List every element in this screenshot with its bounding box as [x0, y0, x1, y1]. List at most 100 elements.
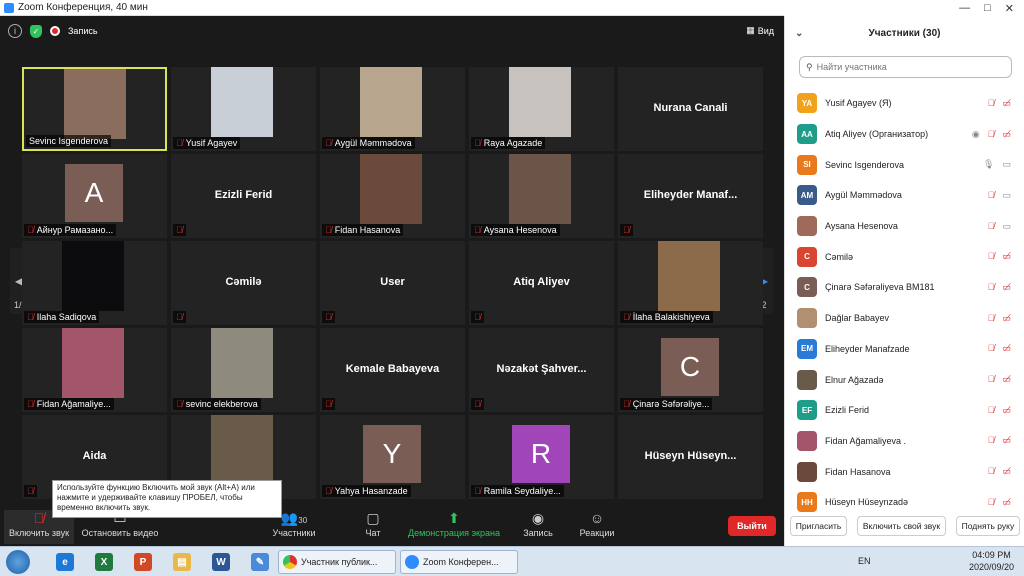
video-tile[interactable]: Hüseyn Hüseyn...: [618, 415, 763, 499]
participant-name: Aysana Hesenova: [483, 225, 557, 235]
participant-name: Yahya Hasanzade: [334, 486, 408, 496]
participant-avatar: SI: [797, 154, 817, 175]
start-button[interactable]: [6, 550, 30, 574]
taskbar-pinned-app[interactable]: X: [85, 550, 123, 574]
participant-name: Aysana Hesenova: [825, 221, 898, 232]
participant-row[interactable]: Fidan Hasanova 🎙̸ ▭̸: [785, 456, 1024, 487]
info-icon[interactable]: i: [8, 24, 22, 38]
participant-name-label: 🎙̸ Fidan Hasanova: [322, 224, 404, 236]
participant-row[interactable]: AA Atiq Aliyev (Организатор) ◉ 🎙̸ ▭̸: [785, 119, 1024, 150]
video-tile[interactable]: 🎙̸ Ilaha Sadiqova: [22, 241, 167, 325]
chrome-icon: [283, 555, 297, 569]
participant-name-center: Hüseyn Hüseyn...: [644, 450, 737, 462]
participant-video: [62, 241, 124, 311]
video-tile[interactable]: Eliheyder Manaf... 🎙̸: [618, 154, 763, 238]
camera-icon: ▭: [1002, 220, 1011, 231]
participant-video: [360, 67, 422, 137]
video-tile[interactable]: Kemale Babayeva 🎙̸: [320, 328, 465, 412]
ie-icon: e: [56, 553, 74, 571]
video-tile[interactable]: 🎙̸ Aygül Məmmədova: [320, 67, 465, 151]
participant-row[interactable]: EM Eliheyder Manafzade 🎙̸ ▭̸: [785, 334, 1024, 365]
chevron-down-icon[interactable]: ⌄: [795, 28, 803, 39]
participant-name: Ezizli Ferid: [825, 405, 870, 416]
participant-name-center: Nurana Canali: [653, 102, 728, 114]
input-language[interactable]: EN: [858, 556, 871, 566]
participant-row[interactable]: Elnur Ağazadə 🎙̸ ▭̸: [785, 364, 1024, 395]
video-tile[interactable]: User 🎙̸: [320, 241, 465, 325]
participant-avatar: A: [65, 164, 123, 222]
minimize-button[interactable]: —: [959, 2, 970, 14]
view-label: Вид: [757, 25, 774, 36]
camera-off-icon: ▭̸: [1002, 97, 1011, 108]
participant-name: Sevinc Isgenderova: [825, 159, 905, 170]
raise-hand-button[interactable]: Поднять руку: [955, 516, 1021, 536]
video-tile[interactable]: C 🎙̸ Çinarə Səfərəliye...: [618, 328, 763, 412]
taskbar-window-browser[interactable]: Участник публик...: [278, 550, 396, 574]
video-tile[interactable]: 🎙̸ Aysana Hesenova: [469, 154, 614, 238]
view-button[interactable]: ▦ Вид: [746, 25, 774, 36]
maximize-button[interactable]: □: [984, 2, 991, 14]
video-tile[interactable]: Ezizli Ferid 🎙̸: [171, 154, 316, 238]
video-tile[interactable]: 🎙̸ Fidan Ağamaliye...: [22, 328, 167, 412]
participant-row[interactable]: C Cəmilə 🎙̸ ▭̸: [785, 241, 1024, 272]
chat-button[interactable]: ▢ Чат: [358, 510, 388, 538]
panel-footer: Пригласить Включить свой звук Поднять ру…: [785, 506, 1024, 546]
mic-off-icon: 🎙̸: [623, 399, 630, 409]
taskbar-pinned-app[interactable]: ▤: [163, 550, 201, 574]
mic-off-icon: 🎙̸: [987, 97, 995, 108]
taskbar-window-label: Участник публик...: [301, 557, 378, 567]
mic-off-icon: 🎙̸: [623, 225, 630, 235]
participant-status-icons: ◉ 🎙̸ ▭̸: [972, 129, 1011, 140]
mic-off-icon: 🎙̸: [176, 399, 183, 409]
taskbar-pinned-app[interactable]: ✎: [241, 550, 279, 574]
participant-name-center: Ezizli Ferid: [214, 189, 273, 201]
participant-search-input[interactable]: [816, 62, 987, 72]
video-tile[interactable]: Cəmilə 🎙̸: [171, 241, 316, 325]
participant-avatar: Y: [363, 425, 421, 483]
participant-row[interactable]: Aysana Hesenova 🎙̸ ▭: [785, 211, 1024, 242]
invite-button[interactable]: Пригласить: [789, 516, 848, 536]
participant-row[interactable]: Fidan Ağamaliyeva . 🎙̸ ▭̸: [785, 426, 1024, 457]
participant-row[interactable]: Dağlar Babayev 🎙̸ ▭̸: [785, 303, 1024, 334]
participant-row[interactable]: YA Yusif Agayev (Я) 🎙̸ ▭̸: [785, 88, 1024, 119]
taskbar-pinned-app[interactable]: e: [46, 550, 84, 574]
taskbar-pinned-app[interactable]: W: [202, 550, 240, 574]
video-tile[interactable]: Y 🎙̸ Yahya Hasanzade: [320, 415, 465, 499]
mic-off-icon: 🎙̸: [474, 399, 481, 409]
participant-row[interactable]: AM Aygül Məmmədova 🎙̸ ▭: [785, 180, 1024, 211]
taskbar-window-zoom[interactable]: Zoom Конферен...: [400, 550, 518, 574]
video-tile[interactable]: 🎙̸ Fidan Hasanova: [320, 154, 465, 238]
participant-status-icons: 🎙̸ ▭̸: [988, 282, 1011, 293]
mic-off-icon: 🎙̸: [987, 220, 995, 231]
video-tile[interactable]: 🎙̸ sevinc elekberova: [171, 328, 316, 412]
participant-name-label: 🎙̸: [471, 311, 484, 323]
video-tile[interactable]: Sevinc Isgenderova: [22, 67, 167, 151]
video-tile[interactable]: 🎙̸ İlaha Balakishiyeva: [618, 241, 763, 325]
video-tile[interactable]: R 🎙̸ Ramila Seydaliye...: [469, 415, 614, 499]
close-button[interactable]: ✕: [1005, 2, 1014, 15]
video-tile[interactable]: A 🎙̸ Айнур Рамазано...: [22, 154, 167, 238]
security-shield-icon[interactable]: ✓: [30, 24, 42, 38]
record-button[interactable]: ◉ Запись: [518, 510, 558, 538]
participant-status-icons: 🎙̸ ▭̸: [988, 374, 1011, 385]
participant-row[interactable]: SI Sevinc Isgenderova 🎙 ▭: [785, 149, 1024, 180]
leave-meeting-button[interactable]: Выйти: [728, 516, 776, 536]
share-screen-button[interactable]: ⬆ Демонстрация экрана: [404, 510, 504, 538]
participant-row[interactable]: C Çinarə Səfərəliyeva BM181 🎙̸ ▭̸: [785, 272, 1024, 303]
video-tile[interactable]: 🎙̸ Yusif Agayev: [171, 67, 316, 151]
participant-name: Aygül Məmmədova: [825, 190, 902, 201]
video-tile[interactable]: Atiq Aliyev 🎙̸: [469, 241, 614, 325]
participant-name-label: 🎙̸ Raya Agazade: [471, 137, 546, 149]
participant-row[interactable]: EF Ezizli Ferid 🎙̸ ▭̸: [785, 395, 1024, 426]
participant-name: Çinarə Səfərəliyeva BM181: [825, 282, 935, 293]
video-tile[interactable]: Nəzakət Şahver... 🎙̸: [469, 328, 614, 412]
excel-icon: X: [95, 553, 113, 571]
reactions-button[interactable]: ☺ Реакции: [574, 510, 620, 538]
video-tile[interactable]: Nurana Canali: [618, 67, 763, 151]
taskbar-pinned-app[interactable]: P: [124, 550, 162, 574]
unmute-self-button[interactable]: Включить свой звук: [856, 516, 947, 536]
video-tile[interactable]: 🎙̸ Raya Agazade: [469, 67, 614, 151]
system-clock[interactable]: 04:09 PM 2020/09/20: [969, 549, 1014, 573]
mic-off-icon: 🎙̸: [325, 312, 332, 322]
paint-icon: ✎: [251, 553, 269, 571]
